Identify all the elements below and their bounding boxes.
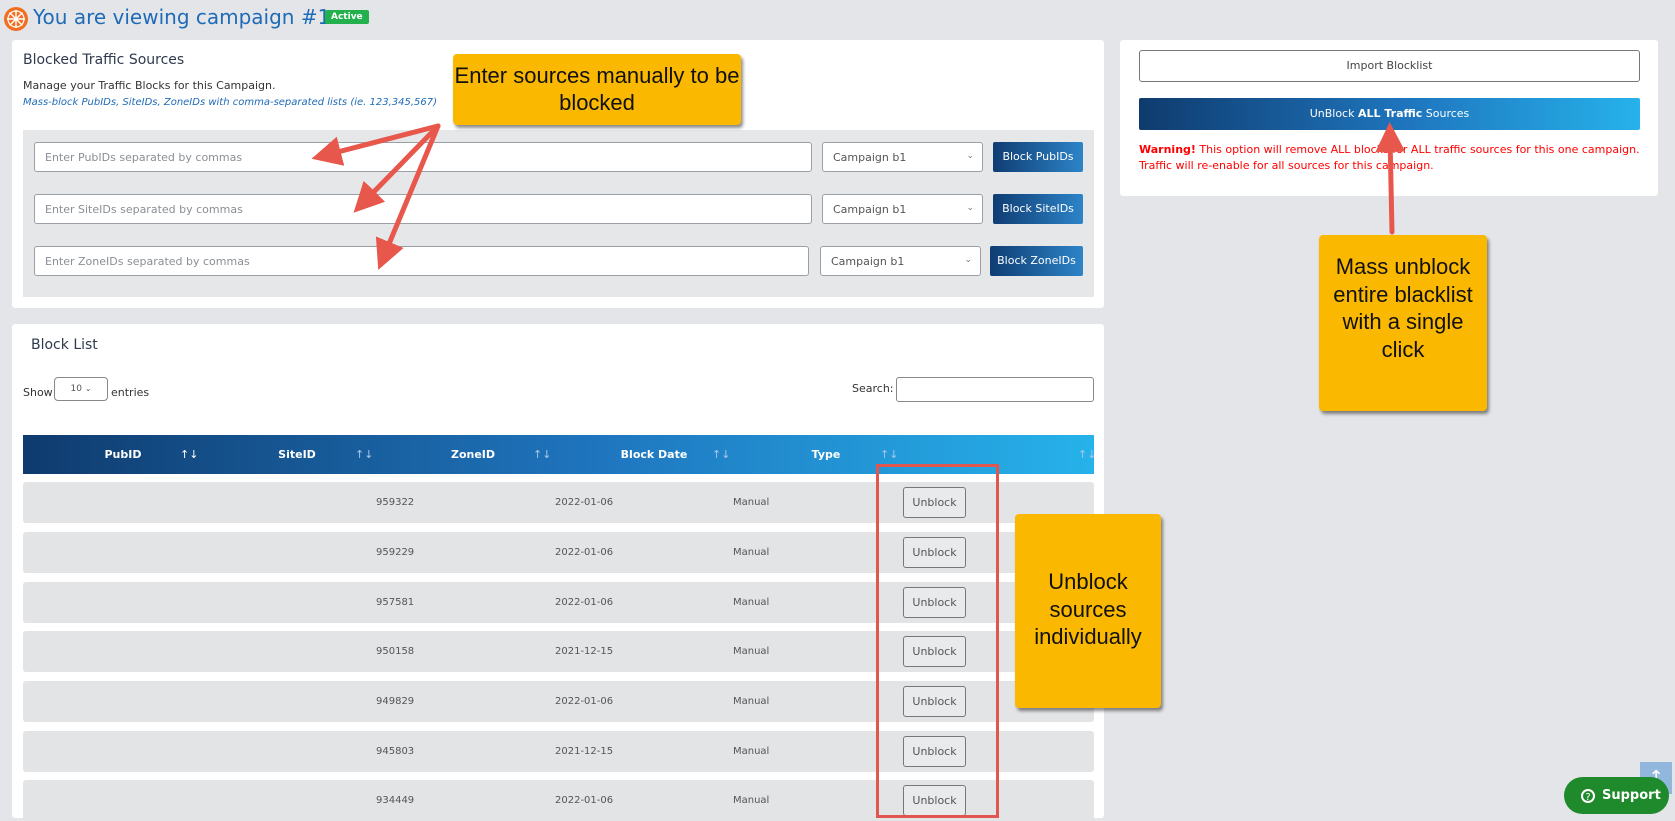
arrow-to-unblock-all xyxy=(1375,122,1406,235)
support-button[interactable]: Support xyxy=(1564,777,1669,814)
help-icon: ? xyxy=(1581,789,1595,803)
annotation-manual-entry: Enter sources manually to be blocked xyxy=(453,54,741,125)
annotation-individual-unblock: Unblock sources individually xyxy=(1015,514,1161,708)
annotation-mass-unblock: Mass unblock entire blacklist with a sin… xyxy=(1319,235,1487,411)
arrow-to-zoneids xyxy=(375,123,441,270)
